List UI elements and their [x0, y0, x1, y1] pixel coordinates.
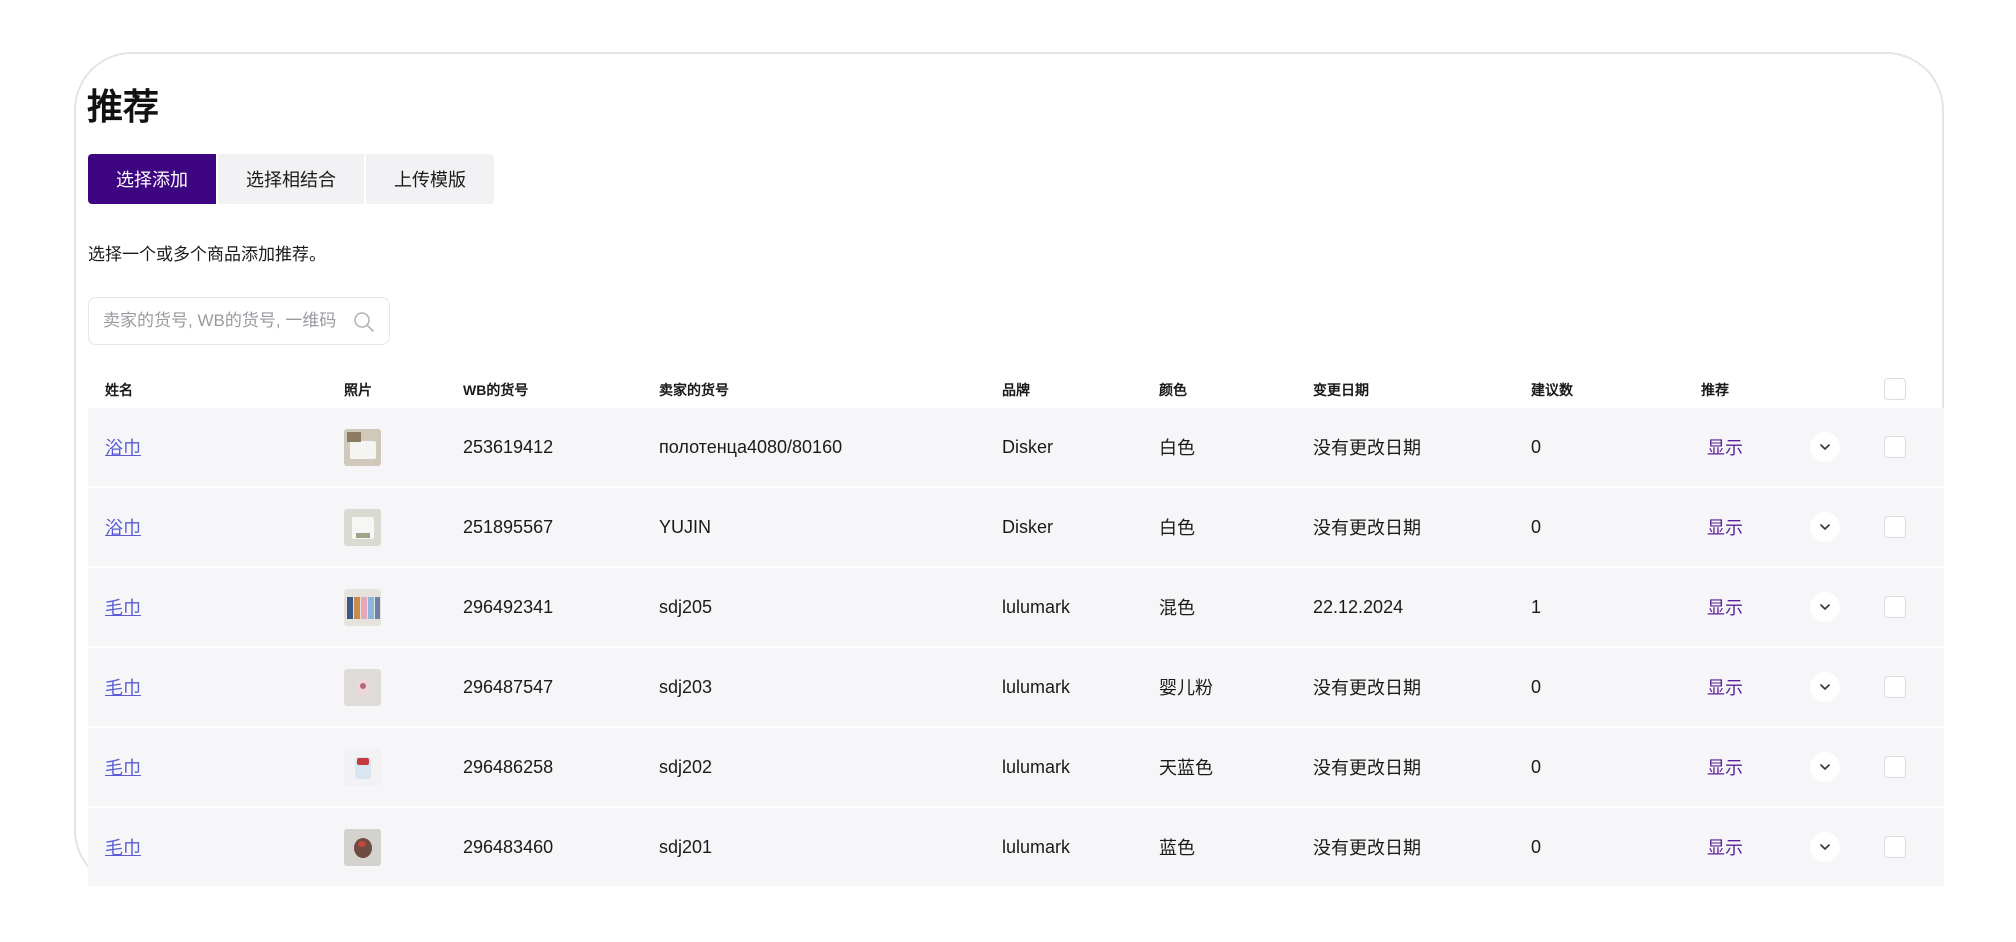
column-header-photo: 照片	[344, 382, 372, 398]
change-date: 没有更改日期	[1313, 678, 1421, 698]
seller-sku: полотенца4080/80160	[659, 436, 843, 457]
seller-sku: sdj203	[659, 676, 713, 697]
row-checkbox[interactable]	[1884, 756, 1906, 778]
brand: Disker	[1002, 436, 1054, 457]
brand: lulumark	[1002, 836, 1071, 857]
change-date: 22.12.2024	[1313, 596, 1404, 617]
expand-row-button[interactable]	[1810, 512, 1840, 542]
chevron-down-icon	[1820, 444, 1830, 450]
suggestion-count: 0	[1531, 516, 1542, 537]
expand-row-button[interactable]	[1810, 752, 1840, 782]
color: 天蓝色	[1159, 758, 1213, 778]
table-row: 毛巾 296492341 sdj205 lulumark 混色 22.12.20…	[88, 568, 1944, 648]
row-checkbox[interactable]	[1884, 676, 1906, 698]
towel-product-thumbnail[interactable]	[344, 748, 381, 786]
expand-row-button[interactable]	[1810, 832, 1840, 862]
tab-upload-template[interactable]: 上传模版	[366, 154, 494, 204]
suggestion-count: 0	[1531, 676, 1542, 697]
tab-select-combine[interactable]: 选择相结合	[218, 154, 366, 204]
table-row: 浴巾 251895567 YUJIN Disker 白色 没有更改日期 0 显示	[88, 488, 1944, 568]
tab-select-add[interactable]: 选择添加	[88, 154, 218, 204]
product-name-link[interactable]: 浴巾	[105, 514, 141, 540]
search-input[interactable]	[103, 311, 347, 331]
towel-product-thumbnail[interactable]	[344, 588, 381, 626]
product-name-link[interactable]: 毛巾	[105, 834, 141, 860]
change-date: 没有更改日期	[1313, 838, 1421, 858]
column-header-suggestions: 建议数	[1531, 382, 1573, 398]
mode-tabs: 选择添加 选择相结合 上传模版	[88, 154, 494, 204]
column-header-change-date: 变更日期	[1313, 382, 1369, 398]
table-row: 浴巾 253619412 полотенца4080/80160 Disker …	[88, 408, 1944, 488]
product-name-link[interactable]: 毛巾	[105, 754, 141, 780]
chevron-down-icon	[1820, 764, 1830, 770]
expand-row-button[interactable]	[1810, 592, 1840, 622]
chevron-down-icon	[1820, 684, 1830, 690]
table-row: 毛巾 296483460 sdj201 lulumark 蓝色 没有更改日期 0…	[88, 808, 1944, 888]
color: 白色	[1159, 518, 1195, 538]
show-recommendations-link[interactable]: 显示	[1707, 594, 1743, 620]
seller-sku: sdj202	[659, 756, 713, 777]
seller-sku: YUJIN	[659, 516, 712, 537]
product-name-link[interactable]: 毛巾	[105, 674, 141, 700]
chevron-down-icon	[1820, 604, 1830, 610]
seller-sku: sdj201	[659, 836, 713, 857]
wb-sku: 296486258	[463, 756, 554, 777]
column-header-name: 姓名	[105, 382, 133, 398]
suggestion-count: 1	[1531, 596, 1542, 617]
select-all-checkbox[interactable]	[1884, 378, 1906, 400]
row-checkbox[interactable]	[1884, 596, 1906, 618]
table-row: 毛巾 296486258 sdj202 lulumark 天蓝色 没有更改日期 …	[88, 728, 1944, 808]
seller-sku: sdj205	[659, 596, 713, 617]
show-recommendations-link[interactable]: 显示	[1707, 434, 1743, 460]
search-box	[88, 297, 390, 345]
suggestion-count: 0	[1531, 756, 1542, 777]
table-header: 姓名 照片 WB的货号 卖家的货号 品牌 颜色 变更日期 建议数 推荐	[88, 372, 1944, 408]
color: 白色	[1159, 438, 1195, 458]
change-date: 没有更改日期	[1313, 438, 1421, 458]
color: 蓝色	[1159, 838, 1195, 858]
row-checkbox[interactable]	[1884, 436, 1906, 458]
wb-sku: 296487547	[463, 676, 554, 697]
brand: lulumark	[1002, 676, 1071, 697]
color: 婴儿粉	[1159, 678, 1213, 698]
page-title: 推荐	[87, 86, 160, 127]
expand-row-button[interactable]	[1810, 432, 1840, 462]
chevron-down-icon	[1820, 844, 1830, 850]
search-icon[interactable]	[353, 311, 375, 333]
towel-product-thumbnail[interactable]	[344, 508, 381, 546]
towel-product-thumbnail[interactable]	[344, 668, 381, 706]
table-row: 毛巾 296487547 sdj203 lulumark 婴儿粉 没有更改日期 …	[88, 648, 1944, 728]
color: 混色	[1159, 598, 1195, 618]
row-checkbox[interactable]	[1884, 516, 1906, 538]
product-table-body: 浴巾 253619412 полотенца4080/80160 Disker …	[88, 408, 1944, 888]
wb-sku: 296492341	[463, 596, 554, 617]
suggestion-count: 0	[1531, 436, 1542, 457]
product-name-link[interactable]: 浴巾	[105, 434, 141, 460]
wb-sku: 296483460	[463, 836, 554, 857]
show-recommendations-link[interactable]: 显示	[1707, 834, 1743, 860]
show-recommendations-link[interactable]: 显示	[1707, 754, 1743, 780]
column-header-seller-sku: 卖家的货号	[659, 382, 729, 398]
column-header-recommend: 推荐	[1701, 382, 1729, 398]
suggestion-count: 0	[1531, 836, 1542, 857]
show-recommendations-link[interactable]: 显示	[1707, 674, 1743, 700]
brand: lulumark	[1002, 596, 1071, 617]
column-header-color: 颜色	[1159, 382, 1187, 398]
wb-sku: 251895567	[463, 516, 554, 537]
change-date: 没有更改日期	[1313, 518, 1421, 538]
product-name-link[interactable]: 毛巾	[105, 594, 141, 620]
wb-sku: 253619412	[463, 436, 554, 457]
row-checkbox[interactable]	[1884, 836, 1906, 858]
brand: Disker	[1002, 516, 1054, 537]
expand-row-button[interactable]	[1810, 672, 1840, 702]
change-date: 没有更改日期	[1313, 758, 1421, 778]
show-recommendations-link[interactable]: 显示	[1707, 514, 1743, 540]
instruction-text: 选择一个或多个商品添加推荐。	[88, 245, 326, 264]
column-header-wb-sku: WB的货号	[463, 382, 529, 398]
brand: lulumark	[1002, 756, 1071, 777]
column-header-brand: 品牌	[1002, 382, 1030, 398]
towel-product-thumbnail[interactable]	[344, 428, 381, 466]
chevron-down-icon	[1820, 524, 1830, 530]
towel-product-thumbnail[interactable]	[344, 828, 381, 866]
